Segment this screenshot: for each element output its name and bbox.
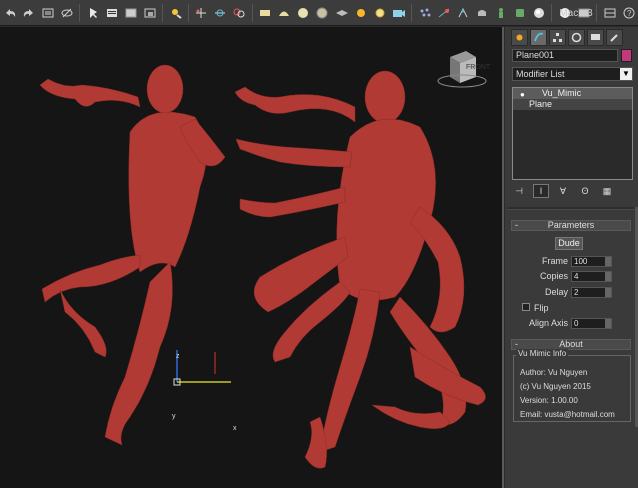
rect-select-icon[interactable] — [123, 5, 138, 21]
axis-gizmo — [173, 350, 231, 386]
align-axis-label: Align Axis — [528, 318, 568, 328]
biped-icon[interactable] — [493, 5, 508, 21]
command-tabs — [511, 29, 623, 46]
gizmo-y-label: y — [172, 413, 176, 420]
collapse-icon: - — [515, 220, 518, 230]
light-icon[interactable] — [372, 5, 387, 21]
toolbar-separator — [411, 3, 412, 22]
delay-spinner[interactable]: 2 — [571, 287, 612, 298]
svg-text:?: ? — [627, 9, 632, 18]
window-crossing-icon[interactable] — [142, 5, 157, 21]
object-color-swatch[interactable] — [621, 49, 632, 62]
stack-item-vu-mimic[interactable]: ● Vu_Mimic — [513, 88, 632, 99]
bone-icon[interactable] — [455, 5, 470, 21]
modifier-stack[interactable]: ● Vu_Mimic Plane — [512, 87, 633, 180]
display-tab-icon[interactable] — [587, 29, 604, 46]
stack-item-plane[interactable]: Plane — [513, 99, 632, 110]
about-author: Author: Vu Nguyen — [520, 368, 588, 377]
select-link-icon[interactable] — [40, 5, 55, 21]
hemisphere-icon[interactable] — [277, 5, 292, 21]
about-title: About — [559, 339, 583, 349]
particle-icon[interactable] — [417, 5, 432, 21]
help-icon[interactable]: ? — [621, 5, 636, 21]
unlink-icon[interactable] — [59, 5, 74, 21]
box-icon[interactable] — [258, 5, 273, 21]
toolbar-separator — [79, 3, 80, 22]
plane-icon[interactable] — [334, 5, 349, 21]
dropdown-arrow-icon[interactable]: ▼ — [620, 68, 632, 80]
spinner-arrows-icon[interactable] — [605, 257, 611, 266]
about-copyright: (c) Vu Nguyen 2015 — [520, 382, 591, 391]
stack-tools: ⊣ I ∀ ʘ ▦ — [511, 183, 636, 199]
parameters-title: Parameters — [547, 220, 595, 230]
command-panel: Plane001 Modifier List ▼ ● Vu_Mimic Plan… — [505, 27, 638, 488]
frame-value: 100 — [574, 257, 588, 266]
show-end-result-icon[interactable]: I — [533, 184, 549, 198]
configure-sets-icon[interactable]: ▦ — [599, 184, 615, 198]
viewport-border — [502, 27, 504, 488]
flip-label: Flip — [534, 303, 549, 313]
pin-stack-icon[interactable]: ⊣ — [511, 184, 527, 198]
undo-icon[interactable] — [2, 5, 17, 21]
cloth-icon[interactable] — [436, 5, 451, 21]
move-icon[interactable] — [194, 5, 209, 21]
align-axis-value: 0 — [574, 319, 579, 328]
snap-icon[interactable] — [168, 5, 183, 21]
script-icon[interactable] — [512, 5, 527, 21]
make-unique-icon[interactable]: ∀ — [555, 184, 571, 198]
toolbar-separator — [162, 3, 163, 22]
figures-render — [39, 51, 487, 469]
gizmo-x-label: x — [233, 425, 237, 432]
utilities-tab-icon[interactable] — [606, 29, 623, 46]
copies-label: Copies — [539, 271, 568, 281]
collapse-icon: - — [515, 339, 518, 349]
create-tab-icon[interactable] — [511, 29, 528, 46]
spinner-arrows-icon[interactable] — [605, 288, 611, 297]
select-icon[interactable] — [85, 5, 100, 21]
sun-icon[interactable] — [353, 5, 368, 21]
dude-button[interactable]: Dude — [555, 237, 583, 250]
about-version: Version: 1.00.00 — [520, 396, 578, 405]
gizmo-z-label: z — [176, 353, 180, 360]
about-group-title: Vu Mimic Info — [516, 349, 569, 358]
main-toolbar: ? — [0, 0, 638, 26]
camera-icon[interactable] — [391, 5, 406, 21]
perspective-viewport[interactable]: FRONT x y z — [0, 27, 504, 488]
frame-spinner[interactable]: 100 — [571, 256, 612, 267]
scale-icon[interactable] — [232, 5, 247, 21]
teapot-icon[interactable] — [474, 5, 489, 21]
rotate-icon[interactable] — [213, 5, 228, 21]
about-email: Email: vusta@hotmail.com — [520, 410, 615, 419]
redo-icon[interactable] — [21, 5, 36, 21]
delay-value: 2 — [574, 288, 579, 297]
delay-label: Delay — [544, 287, 568, 297]
material-icon[interactable] — [531, 5, 546, 21]
sphere-icon[interactable] — [296, 5, 311, 21]
remove-modifier-icon[interactable]: ʘ — [577, 184, 593, 198]
toolbar-separator — [252, 3, 253, 22]
modify-tab-icon[interactable] — [530, 29, 547, 46]
divider — [507, 207, 636, 210]
spinner-arrows-icon[interactable] — [605, 319, 611, 328]
flip-checkbox[interactable] — [522, 303, 530, 311]
modifier-list-dropdown[interactable]: Modifier List ▼ — [512, 67, 633, 81]
object-name-field[interactable]: Plane001 — [512, 49, 618, 62]
motion-tab-icon[interactable] — [568, 29, 585, 46]
macro-tab[interactable]: Macro3 — [552, 4, 600, 22]
align-axis-spinner[interactable]: 0 — [571, 318, 612, 329]
select-by-name-icon[interactable] — [104, 5, 119, 21]
stack-item-label: Vu_Mimic — [542, 88, 582, 98]
modifier-list-label: Modifier List — [516, 69, 565, 79]
viewcube-label[interactable]: FRONT — [466, 64, 490, 71]
parameters-rollout-header[interactable]: - Parameters — [511, 220, 631, 231]
layout-icon[interactable] — [602, 5, 617, 21]
copies-spinner[interactable]: 4 — [571, 271, 612, 282]
stack-item-label: Plane — [529, 99, 553, 109]
copies-value: 4 — [574, 272, 579, 281]
hierarchy-tab-icon[interactable] — [549, 29, 566, 46]
toolbar-separator — [188, 3, 189, 22]
geosphere-icon[interactable] — [315, 5, 330, 21]
spinner-arrows-icon[interactable] — [605, 272, 611, 281]
frame-label: Frame — [541, 256, 568, 266]
